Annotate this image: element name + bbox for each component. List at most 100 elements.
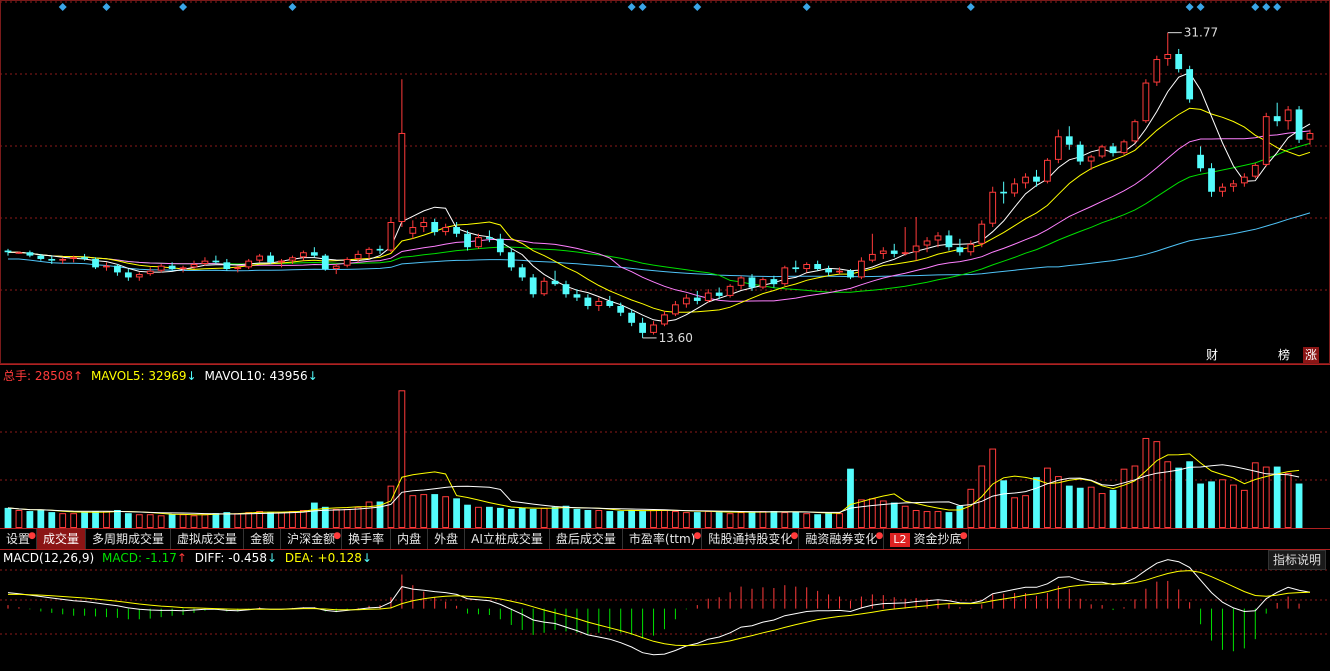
candle-body [1033, 176, 1040, 182]
candle-body [168, 265, 176, 270]
candle [901, 227, 909, 256]
candle [267, 252, 274, 264]
volume-bar [387, 485, 395, 529]
candle-body [814, 264, 822, 270]
candle-panel-frame [0, 0, 1330, 364]
volume-bar [70, 513, 78, 528]
macd-legend: MACD(12,26,9) MACD: -1.17↑ DIFF: -0.458↓… [3, 551, 376, 565]
volume-bar [1251, 462, 1259, 528]
candle-body [715, 292, 723, 296]
candle-body [300, 252, 307, 258]
volume-bar [486, 506, 493, 528]
event-sign-0[interactable]: 财 [1204, 347, 1221, 363]
candle-body [1120, 141, 1128, 154]
candle [1142, 79, 1150, 123]
event-diamond-icon [638, 3, 647, 11]
tab-10[interactable]: 盘后成交量 [550, 529, 623, 549]
candle-body [858, 260, 865, 278]
tab-label: 资金抄底 [913, 532, 962, 546]
tab-9[interactable]: AI立桩成交量 [465, 529, 550, 549]
macd-arrow: ↑ [176, 551, 187, 565]
tab-5[interactable]: 沪深金额 ● [281, 529, 343, 549]
volume-bar [584, 509, 592, 528]
candle [1109, 143, 1117, 157]
tab-13[interactable]: 融资融券变化 ● [799, 529, 885, 549]
candle-body [912, 245, 920, 253]
tab-7[interactable]: 内盘 [391, 529, 429, 549]
volume-bar [650, 509, 657, 528]
candle-body [945, 235, 953, 248]
tab-3[interactable]: 虚拟成交量 [171, 529, 245, 549]
dea-line [8, 570, 1311, 647]
candle-body [157, 265, 165, 271]
volume-bar [1022, 495, 1029, 528]
volume-bar [114, 509, 121, 528]
candle [858, 257, 865, 280]
tab-1[interactable]: 成交量 [37, 529, 87, 549]
volume-bar [803, 513, 811, 528]
candle-body [1044, 159, 1051, 182]
candle-body [135, 274, 143, 278]
diff-line [7, 559, 1311, 656]
volume-bar [300, 509, 307, 528]
volume-bar [354, 506, 362, 529]
candle [1022, 173, 1029, 189]
candle [825, 265, 832, 276]
candle [518, 264, 526, 281]
candle [431, 218, 439, 236]
event-sign-2[interactable]: 涨 [1303, 347, 1320, 363]
tab-label: 融资融券变化 [805, 532, 878, 546]
volume-bar [343, 508, 351, 528]
volume-bar [858, 499, 865, 528]
tab-4[interactable]: 金额 [244, 529, 282, 549]
candle-body [1295, 109, 1303, 140]
candle [179, 265, 187, 273]
tab-12[interactable]: 陆股通持股变化 ● [702, 529, 800, 549]
candle [770, 275, 778, 288]
candle-body [332, 265, 340, 270]
candle-body [201, 260, 209, 265]
candle [245, 258, 253, 270]
volume-bar [190, 515, 198, 528]
tab-6[interactable]: 换手率 [342, 529, 392, 549]
candle [146, 267, 154, 276]
candle-body [245, 260, 253, 268]
tab-2[interactable]: 多周期成交量 [86, 529, 172, 549]
mavol5-label: MAVOL5: [90, 369, 149, 383]
candle-body [387, 222, 395, 251]
candle-body [934, 235, 942, 241]
candle-body [1230, 183, 1237, 187]
candle-body [1065, 136, 1073, 145]
candle [26, 250, 34, 258]
indicator-help-button[interactable]: 指标说明 [1267, 550, 1326, 570]
tab-label: 金额 [250, 532, 275, 546]
tab-0[interactable]: 设置 ● [0, 529, 38, 549]
event-sign-1[interactable]: 榜 [1276, 347, 1293, 363]
tab-label: 换手率 [348, 532, 385, 546]
candle [803, 262, 811, 273]
candle-body [704, 292, 712, 301]
candle-body [792, 267, 800, 270]
volume-bar [168, 514, 176, 528]
tab-11[interactable]: 市盈率(ttm) ● [623, 529, 703, 549]
candle-body [1186, 69, 1194, 100]
candle-body [1022, 176, 1029, 184]
candle-body [486, 237, 493, 239]
candle-body [354, 253, 362, 259]
candle [617, 302, 625, 317]
volume-bar [704, 511, 712, 528]
candle [1295, 106, 1303, 144]
candle [551, 270, 559, 286]
tab-8[interactable]: 外盘 [428, 529, 466, 549]
volume-bar [15, 509, 23, 528]
volume-bar [573, 508, 581, 528]
tab-14[interactable]: L2 资金抄底 ● [884, 529, 969, 549]
volume-bar [847, 468, 854, 528]
candle [529, 274, 537, 298]
candle-body [661, 314, 668, 325]
candle-body [409, 227, 417, 234]
candle-body [321, 255, 329, 270]
stock-chart[interactable]: 31.77 13.60 [0, 0, 1330, 671]
volume-bar [967, 488, 975, 528]
candle-body [289, 257, 296, 261]
